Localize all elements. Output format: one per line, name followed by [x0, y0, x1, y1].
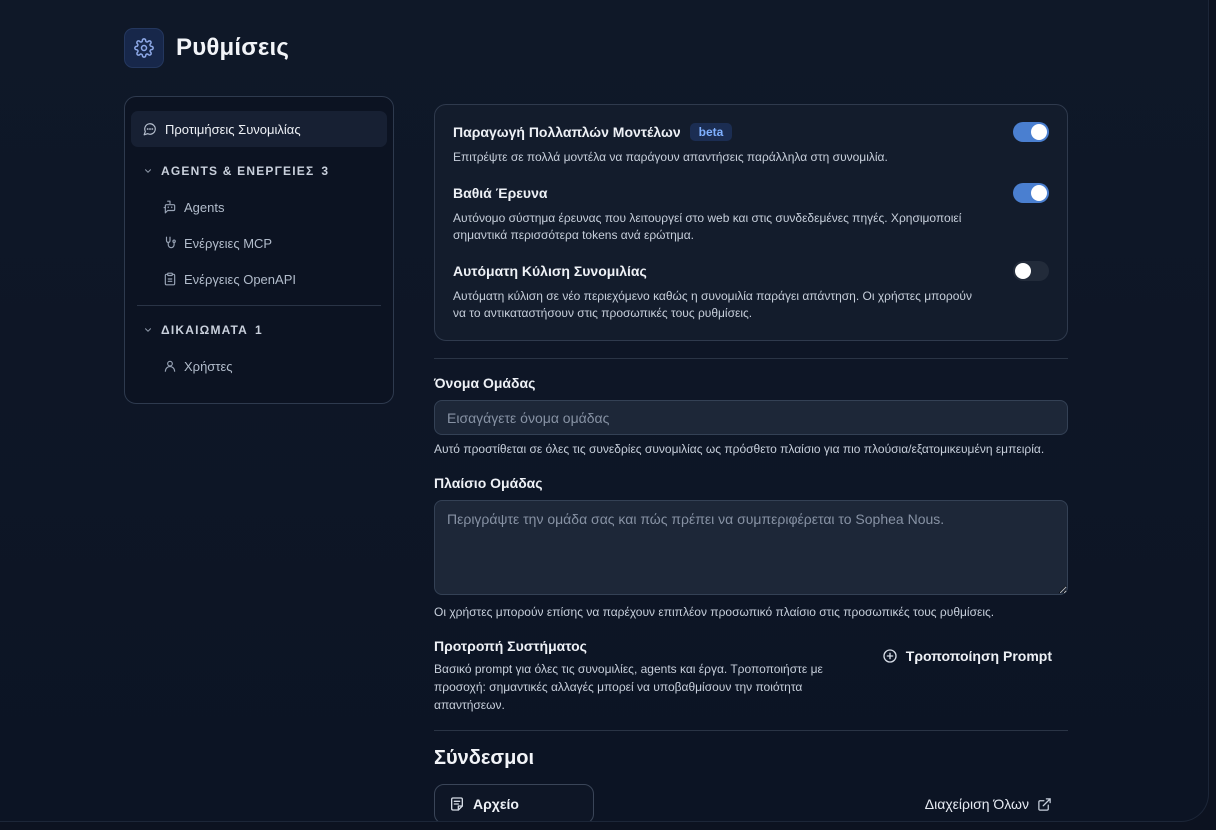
plug-route-icon [163, 236, 177, 250]
manage-all-label: Διαχείριση Όλων [924, 796, 1029, 812]
sidebar-group-permissions[interactable]: ΔΙΚΑΙΩΜΑΤΑ 1 [131, 312, 387, 348]
beta-badge: beta [689, 123, 733, 141]
file-text-icon [449, 796, 465, 812]
sidebar-item-chat-preferences[interactable]: Προτιμήσεις Συνομιλίας [131, 111, 387, 147]
team-context-label: Πλαίσιο Ομάδας [434, 475, 543, 491]
sidebar-group-label: ΔΙΚΑΙΩΜΑΤΑ [161, 323, 249, 337]
settings-sidebar: Προτιμήσεις Συνομιλίας AGENTS & ΕΝΕΡΓΕΙΕ… [124, 96, 394, 404]
option-deep-research: Βαθιά Έρευνα Αυτόνομο σύστημα έρευνας πο… [453, 182, 1049, 244]
file-button-label: Αρχείο [473, 796, 519, 812]
sidebar-item-label: Ενέργειες MCP [184, 235, 273, 251]
edit-prompt-button[interactable]: Τροποποίηση Prompt [882, 648, 1052, 664]
chat-bubble-icon [143, 122, 157, 136]
sidebar-group-agents-actions[interactable]: AGENTS & ΕΝΕΡΓΕΙΕΣ 3 [131, 153, 387, 189]
multi-model-toggle[interactable] [1013, 122, 1049, 142]
file-button[interactable]: Αρχείο [434, 784, 594, 821]
option-title: Βαθιά Έρευνα [453, 185, 548, 201]
edit-prompt-label: Τροποποίηση Prompt [905, 648, 1052, 664]
sidebar-item-openapi-actions[interactable]: Ενέργειες OpenAPI [131, 261, 387, 297]
manage-all-link[interactable]: Διαχείριση Όλων [925, 796, 1052, 812]
team-name-input[interactable] [434, 400, 1068, 435]
option-description: Αυτόματη κύλιση σε νέο περιεχόμενο καθώς… [453, 289, 972, 320]
option-auto-scroll: Αυτόματη Κύλιση Συνομιλίας Αυτόματη κύλι… [453, 260, 1049, 322]
option-title: Αυτόματη Κύλιση Συνομιλίας [453, 263, 647, 279]
bot-message-icon [163, 200, 177, 214]
external-link-icon [1037, 797, 1052, 812]
links-title: Σύνδεσμοι [434, 747, 535, 769]
clipboard-icon [163, 272, 177, 286]
team-context-help: Οι χρήστες μπορούν επίσης να παρέχουν επ… [434, 605, 995, 619]
sidebar-group-count: 1 [255, 323, 263, 337]
team-name-label: Όνομα Ομάδας [434, 375, 536, 391]
chevron-down-icon [143, 325, 153, 335]
divider [434, 730, 1068, 731]
deep-research-toggle[interactable] [1013, 183, 1049, 203]
sidebar-group-count: 3 [321, 164, 330, 178]
system-prompt-title: Προτροπή Συστήματος [434, 638, 587, 654]
auto-scroll-toggle[interactable] [1013, 261, 1049, 281]
option-title: Παραγωγή Πολλαπλών Μοντέλων [453, 124, 681, 140]
page-header: Ρυθμίσεις [124, 28, 289, 68]
option-description: Αυτόνομο σύστημα έρευνας που λειτουργεί … [453, 211, 962, 242]
sidebar-item-label: Χρήστες [184, 358, 233, 374]
system-prompt-section: Προτροπή Συστήματος Βασικό prompt για όλ… [434, 638, 1068, 714]
team-context-section: Πλαίσιο Ομάδας Οι χρήστες μπορούν επίσης… [434, 475, 1068, 620]
option-description: Επιτρέψτε σε πολλά μοντέλα να παράγουν α… [453, 150, 888, 164]
divider [434, 358, 1068, 359]
sidebar-group-label: AGENTS & ΕΝΕΡΓΕΙΕΣ [161, 164, 315, 178]
plus-circle-icon [882, 648, 898, 664]
sidebar-item-agents[interactable]: Agents [131, 189, 387, 225]
page-title: Ρυθμίσεις [176, 34, 290, 61]
sidebar-item-label: Ενέργειες OpenAPI [184, 271, 296, 287]
feature-toggles-card: Παραγωγή Πολλαπλών Μοντέλων beta Επιτρέψ… [434, 104, 1068, 341]
team-context-textarea[interactable] [434, 500, 1068, 595]
sidebar-divider [137, 305, 381, 306]
option-multi-model: Παραγωγή Πολλαπλών Μοντέλων beta Επιτρέψ… [453, 121, 1049, 166]
user-icon [163, 359, 177, 373]
chevron-down-icon [143, 166, 153, 176]
sidebar-item-label: Agents [184, 199, 225, 215]
sidebar-item-mcp-actions[interactable]: Ενέργειες MCP [131, 225, 387, 261]
system-prompt-description: Βασικό prompt για όλες τις συνομιλίες, a… [434, 662, 823, 712]
settings-content: Παραγωγή Πολλαπλών Μοντέλων beta Επιτρέψ… [434, 104, 1068, 821]
links-section: Σύνδεσμοι Αρχείο Διαχείριση Όλων [434, 747, 1068, 821]
sidebar-item-label: Προτιμήσεις Συνομιλίας [165, 121, 301, 137]
team-name-section: Όνομα Ομάδας Αυτό προστίθεται σε όλες τι… [434, 375, 1068, 457]
team-name-help: Αυτό προστίθεται σε όλες τις συνεδρίες σ… [434, 442, 1045, 456]
sidebar-item-users[interactable]: Χρήστες [131, 348, 387, 384]
settings-window: Ρυθμίσεις Προτιμήσεις Συνομιλίας AGENTS … [0, 0, 1209, 822]
gear-icon [124, 28, 164, 68]
